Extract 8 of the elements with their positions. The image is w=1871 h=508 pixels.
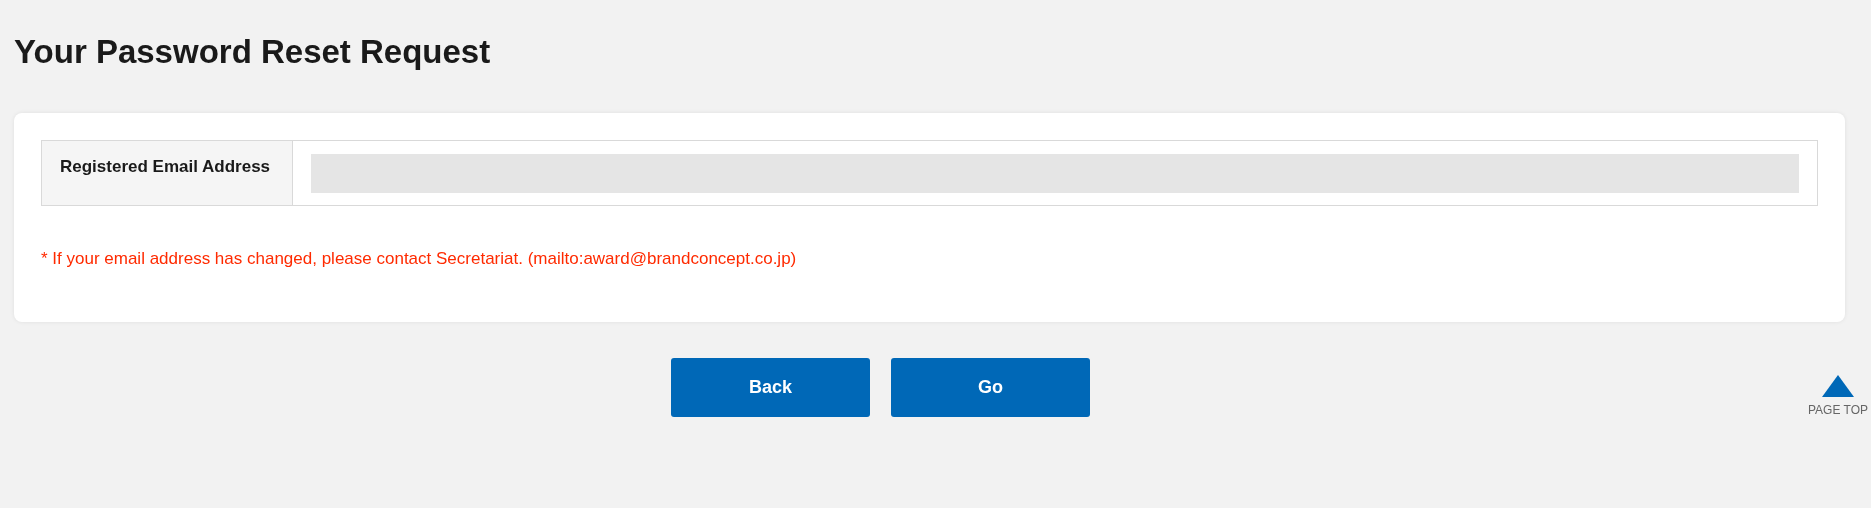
page-top-link[interactable]: PAGE TOP (1808, 401, 1868, 419)
action-button[interactable]: Back (671, 357, 870, 417)
email-field[interactable] (311, 153, 1799, 193)
triangle-up-icon[interactable] (1822, 375, 1854, 397)
note-text: * If your email address has changed, please contact Secretariat. (mailto:award@brandconcept.co.jp) (41, 248, 798, 270)
field-label: Registered Email Address (42, 141, 293, 205)
action-button[interactable]: Go (891, 357, 1090, 417)
page-title: Your Password Reset Request (14, 32, 492, 72)
